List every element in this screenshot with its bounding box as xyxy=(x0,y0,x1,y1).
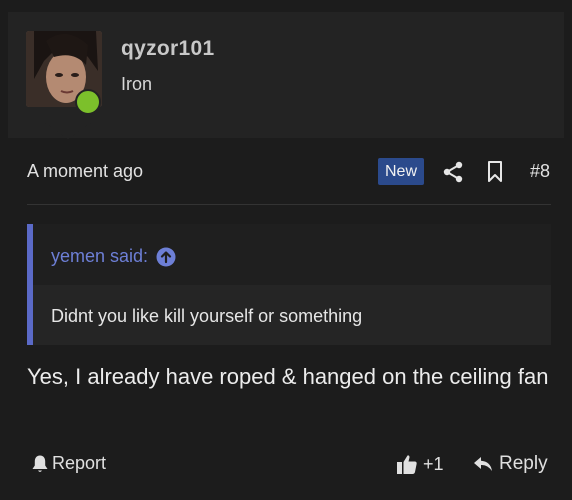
post-message: Yes, I already have roped & hanged on th… xyxy=(27,364,549,389)
reply-label: Reply xyxy=(499,453,548,474)
reply-arrow-icon xyxy=(474,457,492,471)
quote-text: Didnt you like kill yourself or somethin… xyxy=(51,306,363,326)
arrow-up-circle-icon[interactable] xyxy=(156,247,176,267)
like-count: +1 xyxy=(423,453,444,474)
quote-block: yemen said: Didnt you like kill yourself… xyxy=(27,224,551,345)
report-button[interactable]: Report xyxy=(31,453,106,474)
report-label: Report xyxy=(52,453,107,473)
like-button[interactable]: +1 xyxy=(396,453,444,475)
new-badge: New xyxy=(378,158,424,185)
bookmark-icon[interactable] xyxy=(487,161,503,188)
bell-icon xyxy=(32,455,48,472)
user-title: Iron xyxy=(121,74,153,94)
quote-author-link[interactable]: yemen said: xyxy=(51,246,176,267)
card-pointer xyxy=(44,122,92,139)
online-status-dot xyxy=(75,89,101,115)
post-number-link[interactable]: #8 xyxy=(530,161,550,182)
post-timestamp[interactable]: A moment ago xyxy=(27,161,143,182)
username[interactable]: qyzor101 xyxy=(121,37,214,61)
divider xyxy=(27,204,551,205)
share-icon[interactable] xyxy=(441,160,465,189)
reply-button[interactable]: Reply xyxy=(473,453,548,475)
quote-author-label: yemen said: xyxy=(51,246,149,266)
thumbs-up-icon xyxy=(397,455,417,474)
